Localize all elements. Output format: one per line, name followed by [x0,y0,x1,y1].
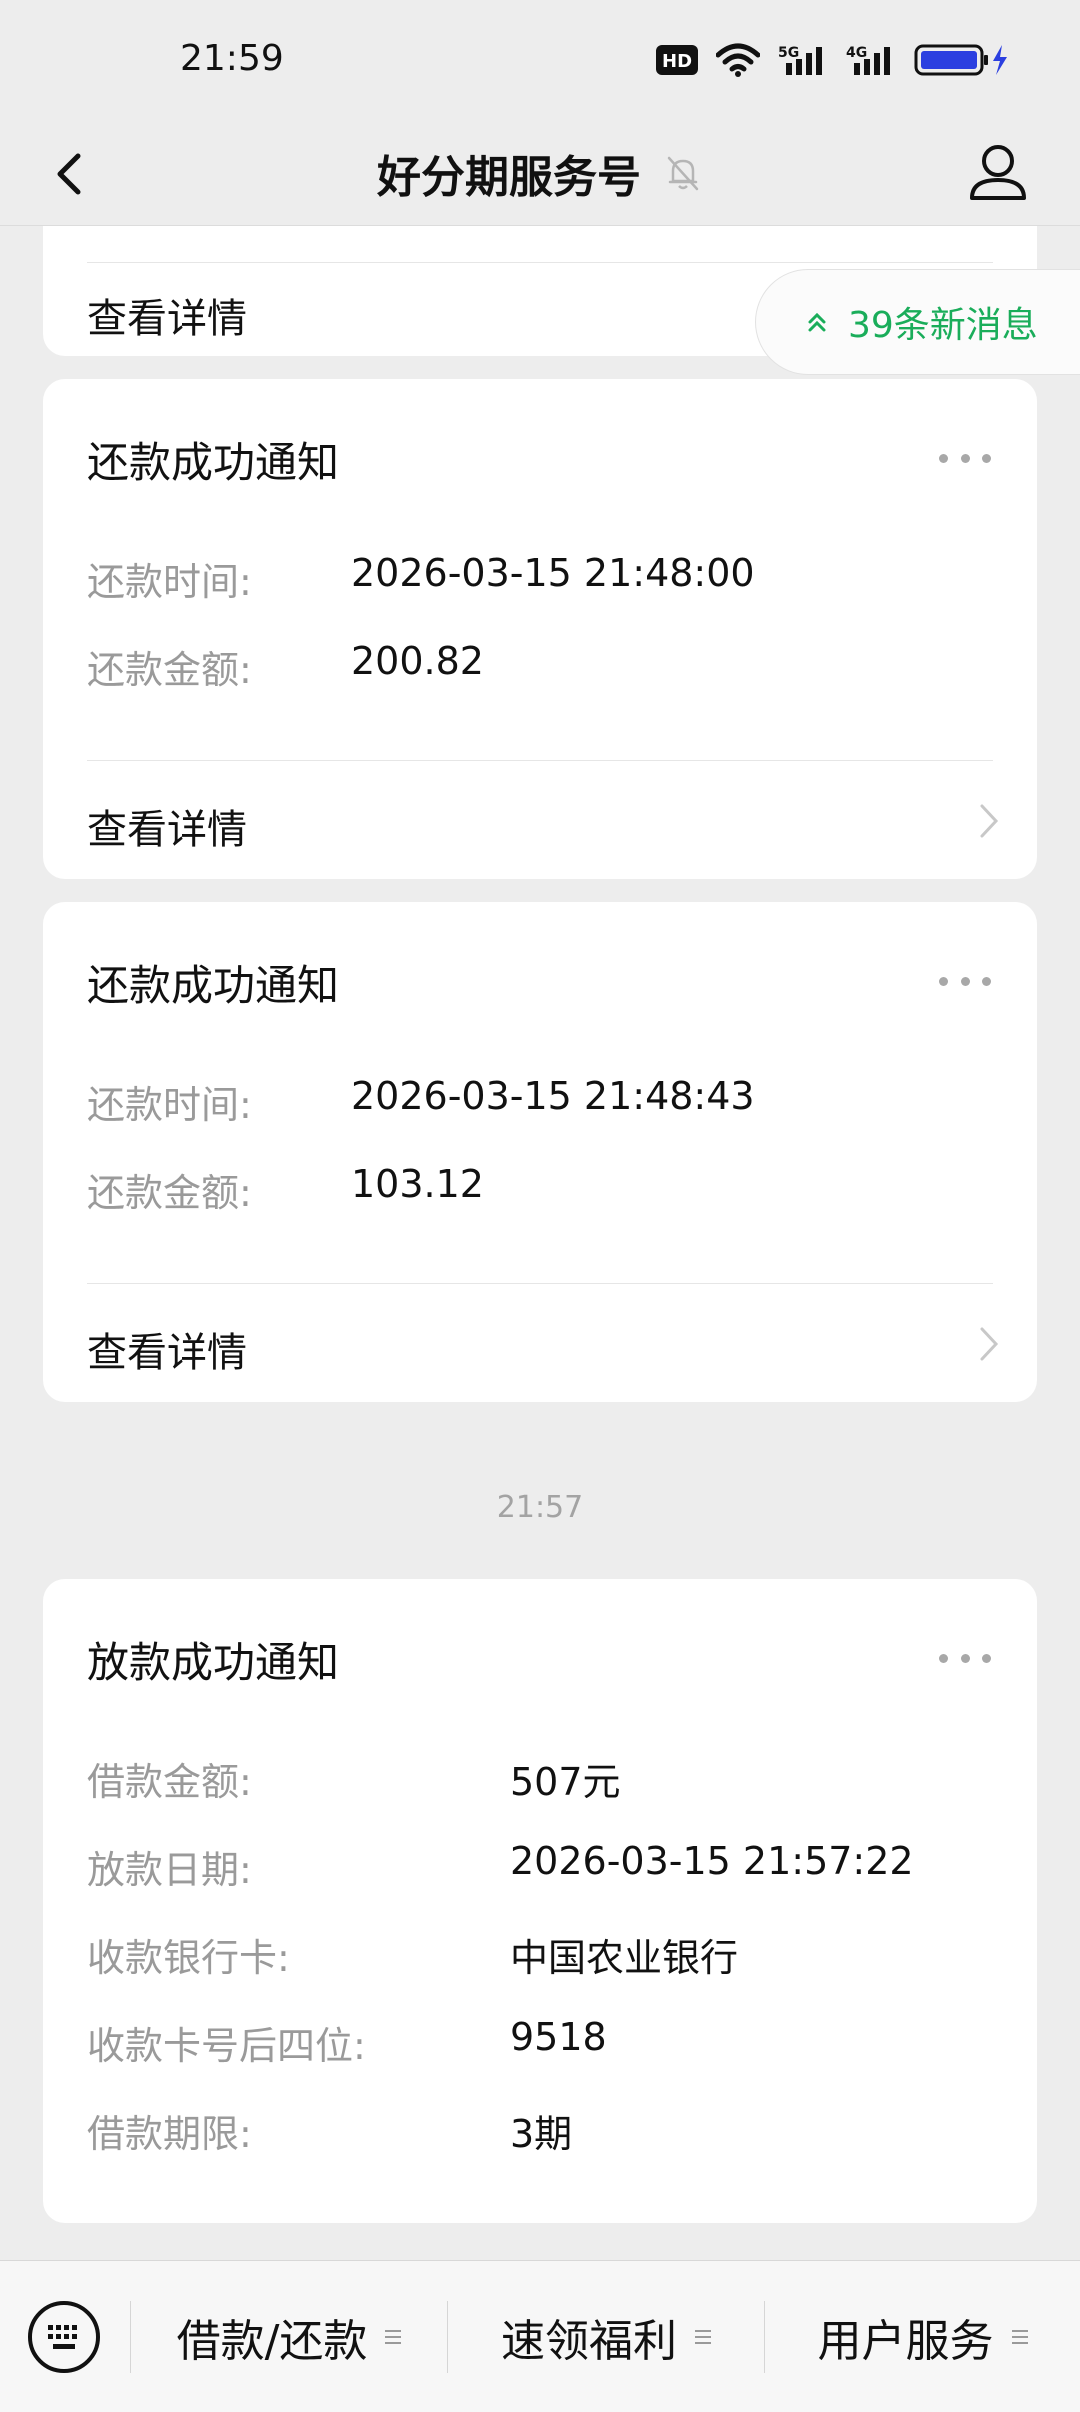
submenu-lines-icon [385,2330,402,2344]
field-label: 收款卡号后四位: [87,2024,366,2068]
field-label: 还款时间: [87,560,252,604]
field-value: 9518 [510,2015,607,2059]
svg-text:4G: 4G [846,45,867,61]
more-dot-icon [982,453,991,463]
loan-notice-card: 放款成功通知 借款金额: 507元 放款日期: 2026-03-15 21:57… [43,1579,1037,2223]
menu-label: 借款/还款 [176,2316,368,2367]
repayment-notice-card: 还款成功通知 还款时间: 2026-03-15 21:48:00 还款金额: 2… [43,379,1037,879]
field-label: 还款时间: [87,1083,252,1127]
chevron-right-icon [980,804,999,838]
new-messages-label: 39条新消息 [848,305,1038,346]
field-value: 2026-03-15 21:57:22 [510,1839,914,1883]
card-title: 还款成功通知 [87,961,340,1010]
menu-label: 用户服务 [817,2316,994,2367]
chevron-right-icon [980,1327,999,1361]
profile-button[interactable] [962,136,1034,208]
more-dot-icon [982,1653,991,1663]
signal-4g-icon: 4G [846,45,890,75]
field-label: 还款金额: [87,1171,252,1215]
field-label: 借款期限: [87,2112,252,2156]
menu-item-benefits[interactable]: 速领福利 [448,2261,764,2412]
double-chevron-up-icon [808,312,826,332]
field-value: 3期 [510,2112,573,2156]
more-dot-icon [939,976,948,986]
field-value: 2026-03-15 21:48:43 [351,1074,755,1118]
status-time: 21:59 [180,38,284,79]
chat-area[interactable]: 查看详情 还款成功通知 还款时间: 2026-03-15 21:48:00 还款… [0,226,1080,2260]
field-value: 507元 [510,1760,621,1804]
status-bar: 21:59 HD 5G 4G [0,0,1080,120]
card-title: 还款成功通知 [87,438,340,487]
view-details-label: 查看详情 [87,1330,247,1376]
bottom-menu: 借款/还款 速领福利 用户服务 [0,2260,1080,2412]
more-dot-icon [960,1653,970,1663]
repayment-notice-card: 还款成功通知 还款时间: 2026-03-15 21:48:43 还款金额: 1… [43,902,1037,1402]
submenu-lines-icon [695,2330,711,2344]
field-value: 2026-03-15 21:48:00 [351,551,755,595]
field-value: 103.12 [351,1162,484,1206]
menu-label: 速领福利 [501,2316,677,2367]
battery-charging-icon [914,44,1007,76]
bell-off-icon [667,156,699,191]
svg-text:5G: 5G [778,45,799,61]
more-button[interactable] [939,1651,991,1665]
submenu-lines-icon [1011,2330,1028,2344]
more-dot-icon [982,976,991,986]
view-details-label: 查看详情 [87,296,247,342]
field-label: 还款金额: [87,648,252,692]
view-details-button[interactable]: 查看详情 [43,761,1037,879]
field-label: 收款银行卡: [87,1936,290,1980]
new-messages-button[interactable]: 39条新消息 [755,269,1080,375]
status-icons: HD 5G 4G [656,40,1010,80]
field-value: 中国农业银行 [510,1936,739,1980]
more-button[interactable] [939,974,991,988]
field-label: 放款日期: [87,1848,252,1892]
more-dot-icon [939,453,948,463]
nav-bar: 好分期服务号 [0,120,1080,226]
field-label: 借款金额: [87,1760,252,1804]
svg-text:HD: HD [662,51,692,72]
more-dot-icon [960,453,970,463]
more-button[interactable] [939,451,991,465]
wifi-icon [716,43,760,77]
field-value: 200.82 [351,639,484,683]
card-title: 放款成功通知 [87,1638,340,1687]
view-details-button[interactable]: 查看详情 [43,1284,1037,1402]
keyboard-toggle-button[interactable] [26,2299,102,2375]
user-icon [970,145,1026,200]
page-title: 好分期服务号 [377,152,641,203]
keyboard-icon [28,2301,100,2373]
signal-5g-icon: 5G [778,45,822,75]
hd-icon: HD [656,45,698,75]
message-timestamp: 21:57 [496,1490,584,1525]
nav-title-wrap: 好分期服务号 [0,120,1080,226]
menu-item-loan-repay[interactable]: 借款/还款 [131,2261,447,2412]
menu-item-user-service[interactable]: 用户服务 [765,2261,1080,2412]
more-dot-icon [960,976,970,986]
more-dot-icon [939,1653,948,1663]
view-details-label: 查看详情 [87,807,247,853]
